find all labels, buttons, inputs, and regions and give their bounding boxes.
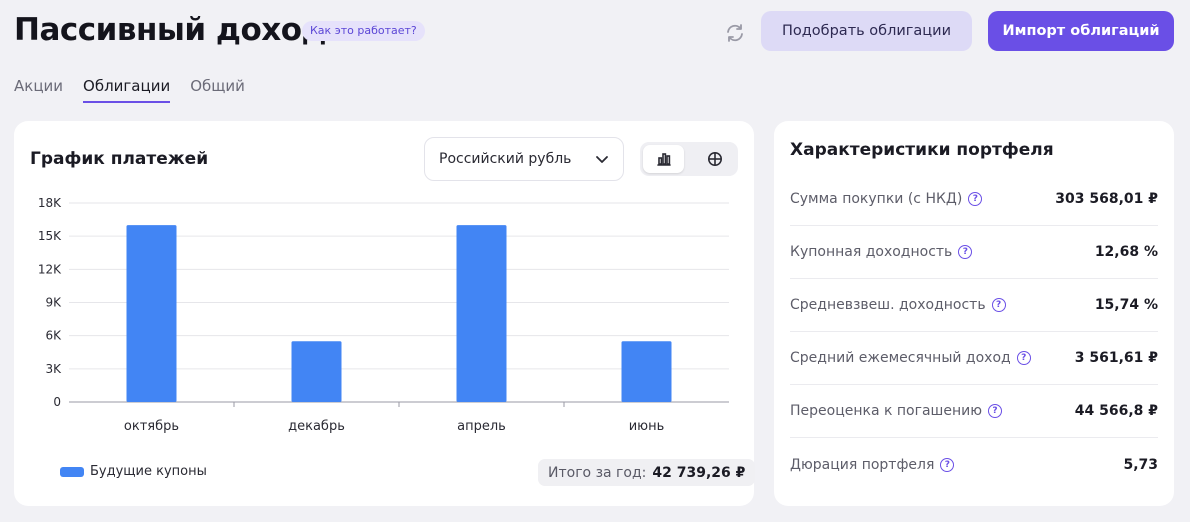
x-tick-label: октябрь (124, 419, 179, 434)
year-total-label: Итого за год: (548, 464, 647, 481)
tab-stocks[interactable]: Акции (14, 77, 63, 103)
stat-row: Купонная доходность? 12,68 % (790, 226, 1158, 279)
y-tick-label: 12K (38, 262, 62, 276)
year-total-value: 42 739,26 ₽ (652, 464, 746, 481)
stats-list: Сумма покупки (с НКД)? 303 568,01 ₽ Купо… (790, 173, 1158, 491)
y-tick-label: 0 (53, 395, 61, 409)
help-icon[interactable]: ? (991, 298, 1006, 312)
bar (456, 225, 507, 402)
stat-row: Переоценка к погашению? 44 566,8 ₽ (790, 385, 1158, 438)
currency-value: Российский рубль (439, 151, 572, 167)
view-toggle (640, 142, 738, 176)
import-bonds-button[interactable]: Импорт облигаций (988, 11, 1174, 51)
year-total: Итого за год: 42 739,26 ₽ (538, 459, 756, 486)
y-tick-label: 3K (45, 362, 62, 376)
chevron-down-icon (596, 156, 608, 163)
tab-bonds[interactable]: Облигации (83, 77, 171, 103)
tab-total[interactable]: Общий (190, 77, 245, 103)
bar (621, 341, 672, 402)
portfolio-stats-card: Характеристики портфеля Сумма покупки (с… (774, 121, 1174, 506)
stat-label: Средневзвеш. доходность (790, 297, 986, 313)
stat-value: 44 566,8 ₽ (1074, 403, 1158, 419)
x-tick-label: апрель (457, 419, 506, 434)
bar-view-button[interactable] (643, 145, 684, 173)
stat-label: Купонная доходность (790, 244, 953, 260)
stat-label: Дюрация портфеля (790, 456, 935, 473)
legend-swatch (60, 466, 84, 477)
stat-row: Сумма покупки (с НКД)? 303 568,01 ₽ (790, 173, 1158, 226)
x-tick-label: декабрь (288, 419, 345, 434)
refresh-icon[interactable] (724, 22, 746, 44)
grid-icon (707, 152, 722, 166)
stat-row: Дюрация портфеля? 5,73 (790, 438, 1158, 491)
legend-label: Будущие купоны (90, 464, 207, 479)
stats-title: Характеристики портфеля (790, 140, 1054, 160)
page-title: Пассивный доход (14, 12, 327, 48)
currency-select[interactable]: Российский рубль (424, 137, 624, 181)
stat-value: 3 561,61 ₽ (1074, 350, 1158, 366)
payments-card: График платежей Российский рубль 0 3K 6K 9K… (14, 121, 756, 506)
bar (126, 225, 177, 402)
stat-row: Средний ежемесячный доход? 3 561,61 ₽ (790, 332, 1158, 385)
chart-legend: Будущие купоны (60, 464, 207, 479)
bar (291, 341, 342, 402)
stat-label: Средний ежемесячный доход (790, 350, 1011, 366)
help-icon[interactable]: ? (1016, 351, 1031, 365)
select-bonds-button[interactable]: Подобрать облигации (761, 11, 972, 51)
help-icon[interactable]: ? (988, 404, 1003, 418)
help-icon[interactable]: ? (940, 457, 955, 472)
help-icon[interactable]: ? (958, 245, 973, 259)
stat-value: 303 568,01 ₽ (1055, 191, 1158, 207)
tab-bar: Акции Облигации Общий (14, 77, 245, 103)
payments-title: График платежей (30, 149, 209, 169)
help-icon[interactable]: ? (968, 192, 983, 206)
stat-label: Переоценка к погашению (790, 403, 983, 419)
y-tick-label: 9K (45, 296, 62, 310)
payments-bar-chart: 0 3K 6K 9K 12K 15K 18K октябрь декабрь апрель июнь (38, 196, 729, 434)
stat-value: 5,73 (1123, 456, 1158, 473)
stat-value: 12,68 % (1094, 244, 1158, 260)
grid-view-button[interactable] (694, 145, 735, 173)
y-tick-label: 18K (38, 196, 62, 210)
x-tick-label: июнь (629, 419, 665, 434)
y-tick-label: 6K (45, 329, 62, 343)
stat-row: Средневзвеш. доходность? 15,74 % (790, 279, 1158, 332)
y-tick-label: 15K (38, 229, 62, 243)
stat-value: 15,74 % (1094, 297, 1158, 313)
how-it-works-link[interactable]: Как это работает? (302, 21, 425, 41)
bar-chart-icon (656, 153, 671, 166)
stat-label: Сумма покупки (с НКД) (790, 191, 963, 207)
